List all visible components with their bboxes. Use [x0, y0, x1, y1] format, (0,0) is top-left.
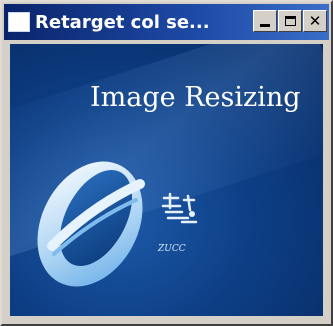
maximize-icon — [284, 16, 296, 26]
app-icon[interactable] — [8, 12, 30, 32]
minimize-button[interactable] — [253, 10, 277, 32]
window-title: Retarget col se... — [35, 11, 210, 33]
splash-image: Image Resizing ZUCC — [10, 44, 323, 316]
app-window: Retarget col se... ✕ Image Resizing ZUCC — [0, 0, 333, 326]
calligraphy-mark-icon — [161, 192, 198, 224]
close-icon: ✕ — [308, 11, 322, 30]
splash-heading: Image Resizing — [90, 82, 301, 113]
maximize-button[interactable] — [278, 10, 302, 32]
university-logo-icon — [37, 161, 145, 287]
close-button[interactable]: ✕ — [303, 10, 327, 32]
window-controls: ✕ — [252, 10, 327, 32]
minimize-icon — [260, 24, 270, 27]
logo-caption: ZUCC — [158, 244, 186, 254]
title-bar[interactable]: Retarget col se... ✕ — [4, 4, 329, 40]
